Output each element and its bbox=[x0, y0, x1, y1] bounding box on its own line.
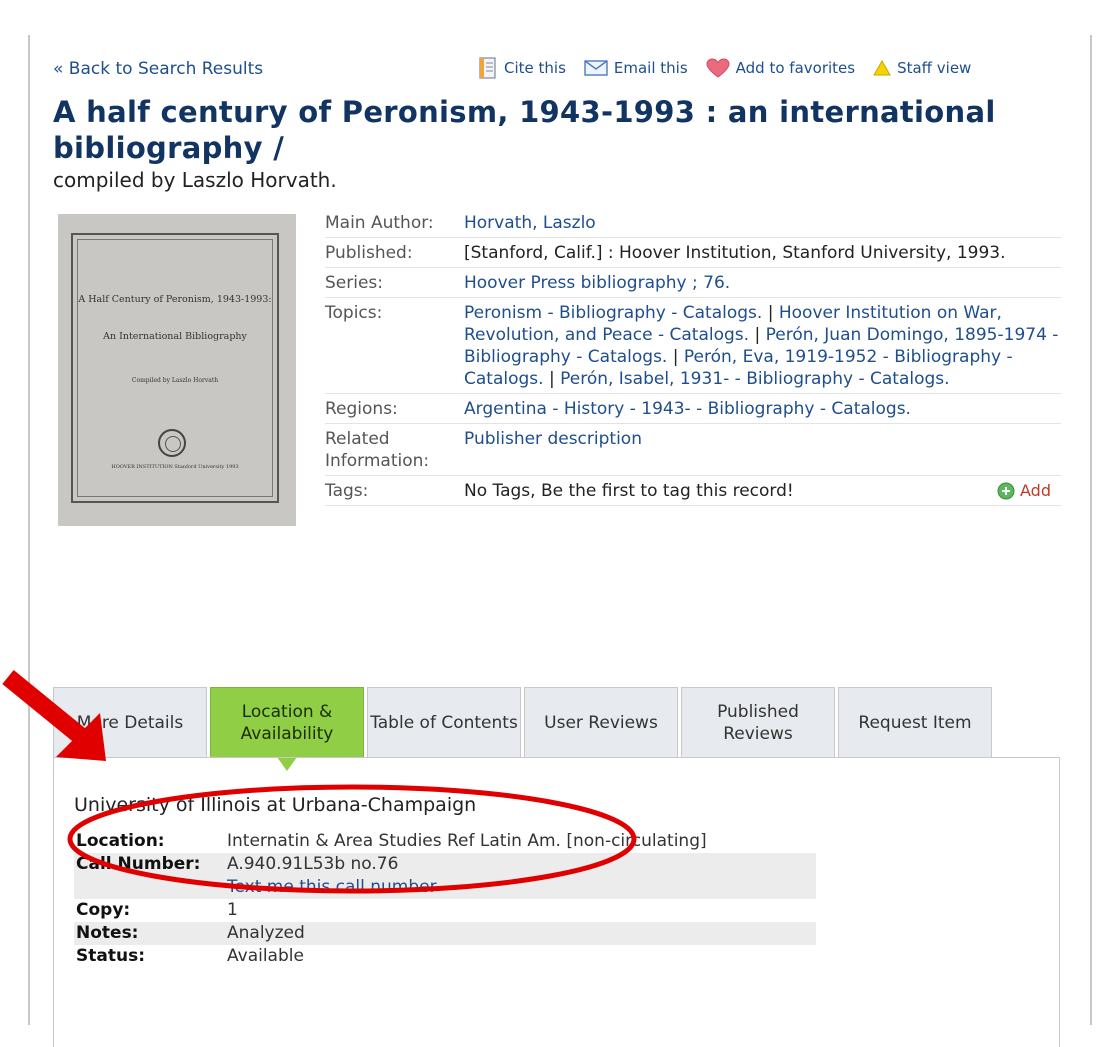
holding-row-status: Status: Available bbox=[74, 945, 816, 968]
notes-label: Notes: bbox=[74, 922, 225, 945]
topics-value: Peronism - Bibliography - Catalogs. | Ho… bbox=[464, 302, 1061, 390]
staff-view-button[interactable]: Staff view bbox=[873, 57, 971, 79]
holding-row-notes: Notes: Analyzed bbox=[74, 922, 816, 945]
series-label: Series: bbox=[325, 273, 384, 293]
detail-row-series: Series: Hoover Press bibliography ; 76. bbox=[325, 268, 1061, 298]
topic-separator: | bbox=[543, 369, 561, 389]
detail-row-related: Related Information: Publisher descripti… bbox=[325, 424, 1061, 476]
cover-compiler-text: Compiled by Laszlo Horvath bbox=[131, 377, 219, 384]
topic-separator: | bbox=[667, 347, 684, 367]
publisher-description-link[interactable]: Publisher description bbox=[464, 429, 642, 449]
cover-publisher-text: HOOVER INSTITUTION Stanford University 1… bbox=[111, 464, 239, 470]
topic-link[interactable]: Peronism - Bibliography - Catalogs. bbox=[464, 303, 762, 323]
cite-this-label: Cite this bbox=[504, 59, 566, 77]
back-to-search-results-link[interactable]: « Back to Search Results bbox=[53, 59, 263, 79]
cover-frame-inner bbox=[77, 239, 273, 497]
status-label: Status: bbox=[76, 946, 145, 966]
main-author-link[interactable]: Horvath, Laszlo bbox=[464, 213, 596, 233]
tab-table-of-contents[interactable]: Table of Contents bbox=[367, 687, 521, 757]
envelope-icon bbox=[584, 60, 608, 76]
record-details-table: Main Author: Horvath, Laszlo Published: … bbox=[325, 208, 1061, 506]
cite-this-button[interactable]: Cite this bbox=[478, 57, 566, 79]
topics-label: Topics: bbox=[325, 303, 383, 323]
add-tag-button[interactable]: Add bbox=[997, 480, 1051, 502]
tags-label: Tags: bbox=[325, 481, 369, 501]
page-border-right bbox=[1090, 35, 1092, 1025]
related-information-label: Related Information: bbox=[325, 429, 430, 471]
warning-triangle-icon bbox=[873, 60, 891, 76]
detail-row-published: Published: [Stanford, Calif.] : Hoover I… bbox=[325, 238, 1061, 268]
cover-seal-icon bbox=[158, 429, 186, 457]
published-value: [Stanford, Calif.] : Hoover Institution,… bbox=[464, 243, 1006, 263]
series-link[interactable]: Hoover Press bibliography ; 76. bbox=[464, 273, 730, 293]
page-border-left bbox=[28, 35, 30, 1025]
detail-row-tags: Tags: No Tags, Be the first to tag this … bbox=[325, 476, 1061, 506]
published-label: Published: bbox=[325, 243, 413, 263]
cover-title-text: A Half Century of Peronism, 1943-1993: bbox=[78, 294, 272, 305]
document-icon bbox=[479, 57, 496, 79]
notes-value: Analyzed bbox=[225, 922, 816, 945]
book-cover-image: A Half Century of Peronism, 1943-1993: A… bbox=[58, 214, 296, 526]
detail-row-topics: Topics: Peronism - Bibliography - Catalo… bbox=[325, 298, 1061, 394]
tab-location-availability[interactable]: Location & Availability bbox=[210, 687, 364, 771]
record-statement-of-responsibility: compiled by Laszlo Horvath. bbox=[53, 168, 337, 192]
detail-row-main-author: Main Author: Horvath, Laszlo bbox=[325, 208, 1061, 238]
status-value: Available bbox=[227, 946, 304, 966]
add-to-favorites-label: Add to favorites bbox=[735, 59, 856, 77]
tags-value: No Tags, Be the first to tag this record… bbox=[464, 481, 794, 501]
heart-icon bbox=[706, 58, 730, 78]
record-toolbar: Cite this Email this Add to favorites St… bbox=[478, 57, 971, 79]
main-author-label: Main Author: bbox=[325, 213, 434, 233]
regions-label: Regions: bbox=[325, 399, 398, 419]
tab-published-reviews[interactable]: Published Reviews bbox=[681, 687, 835, 757]
annotation-ellipse-highlight bbox=[67, 784, 637, 894]
record-tabs: More Details Location & Availability Tab… bbox=[53, 687, 995, 771]
record-title: A half century of Peronism, 1943-1993 : … bbox=[53, 95, 996, 165]
add-tag-label: Add bbox=[1020, 481, 1051, 500]
regions-link[interactable]: Argentina - History - 1943- - Bibliograp… bbox=[464, 399, 911, 419]
annotation-arrow-icon bbox=[2, 670, 106, 761]
tab-request-item[interactable]: Request Item bbox=[838, 687, 992, 757]
topic-link[interactable]: Perón, Isabel, 1931- - Bibliography - Ca… bbox=[560, 369, 949, 389]
cover-subtitle-text: An International Bibliography bbox=[103, 331, 247, 342]
tab-location-availability-label: Location & Availability bbox=[240, 701, 334, 744]
tab-request-item-label: Request Item bbox=[858, 712, 972, 733]
topic-separator: | bbox=[749, 325, 766, 345]
tab-published-reviews-label: Published Reviews bbox=[717, 701, 799, 744]
topic-separator: | bbox=[762, 303, 779, 323]
email-this-button[interactable]: Email this bbox=[584, 57, 688, 79]
tab-table-of-contents-label: Table of Contents bbox=[370, 712, 518, 733]
staff-view-label: Staff view bbox=[897, 59, 972, 77]
tab-user-reviews-label: User Reviews bbox=[544, 712, 658, 733]
detail-row-regions: Regions: Argentina - History - 1943- - B… bbox=[325, 394, 1061, 424]
add-to-favorites-button[interactable]: Add to favorites bbox=[706, 57, 855, 79]
tab-user-reviews[interactable]: User Reviews bbox=[524, 687, 678, 757]
plus-circle-icon bbox=[997, 482, 1015, 500]
email-this-label: Email this bbox=[613, 59, 688, 77]
